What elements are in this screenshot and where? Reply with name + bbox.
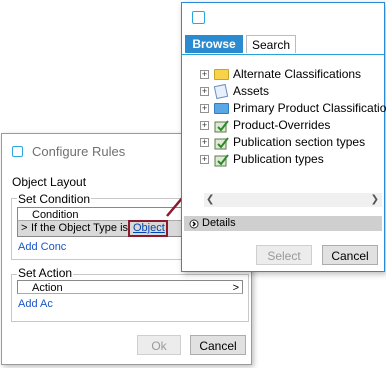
select-button[interactable]: Select [256, 245, 312, 265]
tree-item-label: Alternate Classifications [233, 67, 362, 81]
scroll-left-icon[interactable]: ❮ [206, 193, 214, 207]
expand-icon[interactable]: + [200, 155, 209, 164]
expand-icon[interactable]: + [200, 138, 209, 147]
window-icon [192, 11, 205, 24]
tree-item-label: Publication section types [233, 135, 366, 149]
tab-search[interactable]: Search [246, 35, 296, 53]
asset-icon [213, 83, 229, 100]
tree-item-label: Primary Product Classification [233, 101, 386, 115]
folder-blue-icon [214, 103, 229, 114]
expand-icon[interactable]: + [200, 70, 209, 79]
product-icon [214, 137, 229, 150]
details-toggle-icon[interactable] [189, 219, 199, 229]
tree-item-label: Product-Overrides [233, 118, 331, 132]
product-icon [214, 120, 229, 133]
horizontal-scrollbar[interactable]: ❮ ❯ [204, 193, 382, 207]
scroll-right-icon[interactable]: ❯ [371, 193, 379, 207]
tree-item-label: Publication types [233, 152, 324, 166]
details-bar[interactable]: Details [184, 216, 382, 231]
details-label: Details [202, 217, 236, 229]
browse-cancel-button[interactable]: Cancel [322, 245, 378, 265]
tab-browse[interactable]: Browse [185, 35, 243, 53]
tree-item-label: Assets [233, 84, 270, 98]
expand-icon[interactable]: + [200, 87, 209, 96]
folder-yellow-icon [214, 69, 229, 80]
browse-dialog: Browse Search + Alternate Classification… [181, 2, 386, 272]
product-icon [214, 154, 229, 167]
expand-icon[interactable]: + [200, 104, 209, 113]
expand-icon[interactable]: + [200, 121, 209, 130]
